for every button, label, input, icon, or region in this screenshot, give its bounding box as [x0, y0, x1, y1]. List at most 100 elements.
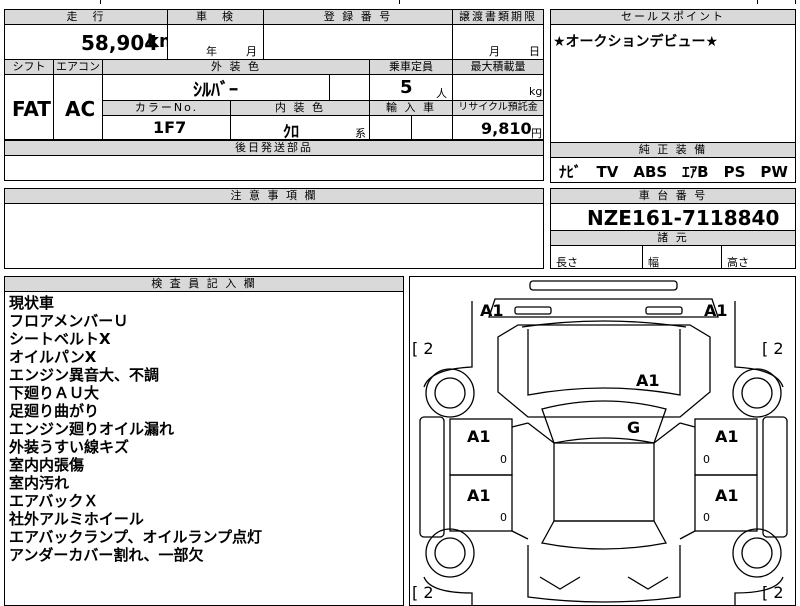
- mark-tire-front-left: [ 2: [412, 339, 434, 358]
- import-cell-right: [411, 115, 453, 140]
- chassis-cell: NZE161-7118840: [550, 203, 796, 231]
- deferred-parts-cell: [4, 155, 544, 181]
- dim-height-label: 高さ: [727, 256, 749, 269]
- capacity-cell: 5 人: [369, 74, 453, 101]
- note-line: 現状車: [9, 294, 55, 312]
- inspection-cell: 年 月: [167, 24, 264, 60]
- interior-color-header: 内 装 色: [230, 100, 370, 116]
- import-cell-left: [369, 115, 412, 140]
- exterior-color-cell: ｼﾙﾊﾞｰ: [102, 74, 330, 101]
- note-line: アンダーカバー割れ、一部欠: [9, 546, 204, 564]
- registration-cell: [263, 24, 453, 60]
- mark-left-door-rear: A1: [467, 486, 491, 505]
- inspection-year: 年: [206, 45, 217, 58]
- mark-right-door-front: A1: [715, 427, 739, 446]
- max-load-unit: kg: [529, 85, 543, 98]
- mark-tire-rear-left: [ 2: [412, 583, 434, 602]
- inspector-notes-header: 検 査 員 記 入 欄: [4, 276, 404, 292]
- mileage-cell: 58,904 km: [4, 24, 168, 60]
- inspection-header: 車 検: [167, 9, 264, 25]
- mark-front-right: A1: [704, 301, 728, 320]
- recycle-value: 9,810: [481, 119, 532, 138]
- caution-header: 注 意 事 項 欄: [4, 188, 544, 204]
- interior-color-suffix: 系: [355, 127, 366, 140]
- sales-point-header: セールスポイント: [550, 9, 796, 25]
- dim-width-label: 幅: [648, 256, 659, 269]
- top-fragment-line: [100, 0, 400, 4]
- max-load-header: 最大積載量: [452, 59, 544, 75]
- capacity-header: 乗車定員: [369, 59, 453, 75]
- aircon-value: AC: [65, 97, 96, 121]
- mileage-unit: km: [147, 31, 167, 52]
- transfer-month: 月: [489, 45, 500, 58]
- capacity-value: 5: [400, 77, 413, 98]
- recycle-cell: 9,810 円: [452, 115, 544, 140]
- sales-point-cell: ★オークションデビュー★: [550, 24, 796, 143]
- genuine-equipment-header: 純 正 装 備: [550, 142, 796, 158]
- car-diagram-panel: A1 A1 [ 2 [ 2 A1 G A1 A1 0 0 A1 A1 0 0 […: [409, 276, 796, 606]
- recycle-header: リサイクル預託金: [452, 100, 544, 116]
- mark-tire-front-right: [ 2: [762, 339, 784, 358]
- transfer-header: 譲渡書類期限: [452, 9, 544, 25]
- note-line: エアバックＸ: [9, 492, 99, 510]
- note-line: 社外アルミホイール: [9, 510, 144, 528]
- top-right-fragment: [757, 0, 796, 4]
- import-header: 輸 入 車: [369, 100, 453, 116]
- deferred-parts-header: 後日発送部品: [4, 140, 544, 156]
- note-line: 外装うすい線キズ: [9, 438, 130, 456]
- aircon-cell: AC: [53, 74, 103, 140]
- note-line: 室内汚れ: [9, 474, 70, 492]
- dim-height-cell: 高さ: [721, 245, 796, 269]
- mark-zero-4: 0: [703, 511, 710, 524]
- note-line: エアバックランプ、オイルランプ点灯: [9, 528, 263, 546]
- shift-cell: FAT: [4, 74, 54, 140]
- mark-left-door-front: A1: [467, 427, 491, 446]
- note-line: 室内内張傷: [9, 456, 85, 474]
- mark-hood: A1: [636, 371, 660, 390]
- shift-header: シフト: [4, 59, 54, 75]
- inspector-notes-cell: 現状車 フロアメンバーＵ シートベルトX オイルパンX エンジン異音大、不調 下…: [4, 291, 404, 606]
- dimensions-header: 諸 元: [550, 230, 796, 246]
- shift-value: FAT: [12, 97, 51, 121]
- interior-color-value: ｸﾛ: [283, 122, 300, 140]
- registration-header: 登 録 番 号: [263, 9, 453, 25]
- genuine-equipment-cell: ﾅﾋﾞ TV ABS ｴｱB PS PW: [550, 157, 796, 183]
- note-line: エンジン廻りオイル漏れ: [9, 420, 175, 438]
- sales-point-text: ★オークションデビュー★: [553, 34, 719, 50]
- exterior-color-header: 外 装 色: [102, 59, 370, 75]
- chassis-header: 車 台 番 号: [550, 188, 796, 204]
- inspection-month: 月: [246, 45, 257, 58]
- dim-width-cell: 幅: [642, 245, 722, 269]
- mark-right-door-rear: A1: [715, 486, 739, 505]
- note-line: 下廻りＡＵ大: [9, 384, 100, 402]
- mark-zero-1: 0: [500, 453, 507, 466]
- dim-length-cell: 長さ: [550, 245, 643, 269]
- note-line: エンジン異音大、不調: [9, 366, 160, 384]
- mark-zero-2: 0: [703, 453, 710, 466]
- mark-zero-3: 0: [500, 511, 507, 524]
- mark-tire-rear-right: [ 2: [762, 583, 784, 602]
- recycle-unit: 円: [531, 127, 542, 140]
- note-line: 足廻り曲がり: [9, 402, 100, 420]
- genuine-equipment-text: ﾅﾋﾞ TV ABS ｴｱB PS PW: [559, 163, 788, 181]
- note-line: フロアメンバーＵ: [9, 312, 129, 330]
- mark-front-left: A1: [480, 301, 504, 320]
- color-no-value: 1F7: [153, 118, 187, 137]
- exterior-color-extra-cell: [329, 74, 370, 101]
- transfer-day: 日: [529, 45, 540, 58]
- note-line: オイルパンX: [9, 348, 97, 366]
- color-no-header: カラーNo.: [102, 100, 231, 116]
- color-no-cell: 1F7: [102, 115, 231, 140]
- mark-roof: G: [627, 418, 641, 437]
- dim-length-label: 長さ: [556, 256, 578, 269]
- capacity-unit: 人: [436, 87, 447, 100]
- caution-cell: [4, 203, 544, 269]
- interior-color-cell: ｸﾛ 系: [230, 115, 370, 140]
- aircon-header: エアコン: [53, 59, 103, 75]
- exterior-color-value: ｼﾙﾊﾞｰ: [193, 80, 238, 101]
- max-load-cell: kg: [452, 74, 544, 101]
- transfer-cell: 月 日: [452, 24, 544, 60]
- note-line: シートベルトX: [9, 330, 111, 348]
- chassis-value: NZE161-7118840: [587, 206, 780, 230]
- mileage-header: 走 行: [4, 9, 168, 25]
